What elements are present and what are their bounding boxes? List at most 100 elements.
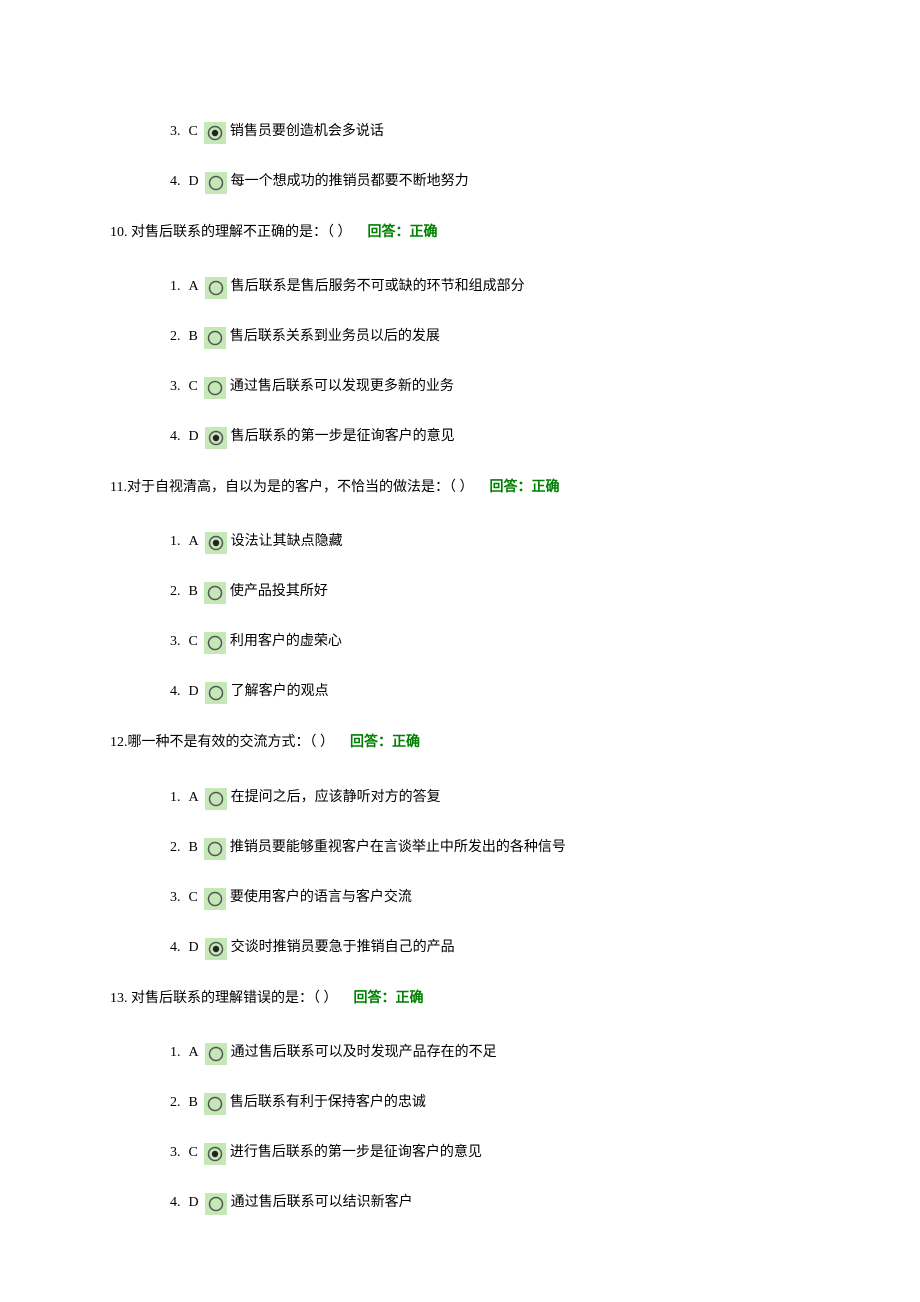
radio-unselected-icon[interactable] <box>205 170 231 194</box>
question-block: 11.对于自视清高，自以为是的客户，不恰当的做法是：（ ）回答：正确1.A设法让… <box>110 475 810 704</box>
option-number: 2. <box>170 1091 181 1115</box>
option-letter: C <box>189 1141 198 1165</box>
option-item: 1.A通过售后联系可以及时发现产品存在的不足 <box>170 1041 810 1065</box>
question-number: 10. <box>110 225 128 240</box>
option-text: 通过售后联系可以发现更多新的业务 <box>230 375 454 399</box>
option-number: 4. <box>170 936 181 960</box>
option-item: 4. D 每一个想成功的推销员都要不断地努力 <box>170 170 810 194</box>
option-letter: B <box>189 836 198 860</box>
option-letter: C <box>189 886 198 910</box>
option-number: 4. <box>170 1191 181 1215</box>
option-text: 销售员要创造机会多说话 <box>230 120 384 144</box>
option-text: 通过售后联系可以结识新客户 <box>231 1191 413 1215</box>
radio-unselected-icon[interactable] <box>204 580 230 604</box>
option-item: 3.C进行售后联系的第一步是征询客户的意见 <box>170 1141 810 1165</box>
option-item: 3. C 利用客户的虚荣心 <box>170 630 810 654</box>
radio-unselected-icon[interactable] <box>204 630 230 654</box>
option-letter: D <box>189 680 199 704</box>
radio-unselected-icon[interactable] <box>204 1091 230 1115</box>
radio-unselected-icon[interactable] <box>205 680 231 704</box>
question-header: 11.对于自视清高，自以为是的客户，不恰当的做法是：（ ）回答：正确 <box>110 475 810 500</box>
option-item: 4. D 通过售后联系可以结识新客户 <box>170 1191 810 1215</box>
radio-selected-icon[interactable] <box>205 530 231 554</box>
option-number: 2. <box>170 580 181 604</box>
options-list: 1.A售后联系是售后服务不可或缺的环节和组成部分2.B售后联系关系到业务员以后的… <box>110 275 810 449</box>
radio-selected-icon[interactable] <box>204 1141 230 1165</box>
option-letter: B <box>189 325 198 349</box>
option-item: 2. B 推销员要能够重视客户在言谈举止中所发出的各种信号 <box>170 836 810 860</box>
option-number: 3. <box>170 630 181 654</box>
option-number: 4. <box>170 680 181 704</box>
radio-unselected-icon[interactable] <box>204 836 230 860</box>
question-header: 10. 对售后联系的理解不正确的是：（ ）回答：正确 <box>110 220 810 245</box>
feedback-label: 回答：正确 <box>368 225 438 240</box>
radio-unselected-icon[interactable] <box>205 1191 231 1215</box>
option-item: 4.D交谈时推销员要急于推销自己的产品 <box>170 936 810 960</box>
radio-unselected-icon[interactable] <box>204 375 230 399</box>
option-item: 2.B使产品投其所好 <box>170 580 810 604</box>
feedback-label: 回答：正确 <box>350 735 420 750</box>
option-text: 每一个想成功的推销员都要不断地努力 <box>231 170 469 194</box>
radio-unselected-icon[interactable] <box>204 886 230 910</box>
option-letter: C <box>189 630 198 654</box>
question-block: 13. 对售后联系的理解错误的是：（ ）回答：正确1.A通过售后联系可以及时发现… <box>110 986 810 1215</box>
radio-unselected-icon[interactable] <box>205 1041 231 1065</box>
option-number: 4. <box>170 170 181 194</box>
options-list: 1.A通过售后联系可以及时发现产品存在的不足2.B售后联系有利于保持客户的忠诚3… <box>110 1041 810 1215</box>
option-text: 要使用客户的语言与客户交流 <box>230 886 412 910</box>
option-letter: D <box>189 170 199 194</box>
option-number: 3. <box>170 120 181 144</box>
option-letter: D <box>189 1191 199 1215</box>
option-text: 推销员要能够重视客户在言谈举止中所发出的各种信号 <box>230 836 566 860</box>
question-text: 哪一种不是有效的交流方式：（ ） <box>128 735 335 750</box>
question-block: 10. 对售后联系的理解不正确的是：（ ）回答：正确 1. A 售后联系是售后服务不可… <box>110 220 810 449</box>
question-header: 13. 对售后联系的理解错误的是：（ ） 回答：正确 <box>110 986 810 1011</box>
option-number: 2. <box>170 836 181 860</box>
option-item: 4. D 了解客户的观点 <box>170 680 810 704</box>
question-number: 13. <box>110 991 128 1006</box>
option-letter: A <box>189 530 199 554</box>
option-item: 1. A 在提问之后，应该静听对方的答复 <box>170 786 810 810</box>
option-text: 使产品投其所好 <box>230 580 328 604</box>
option-number: 1. <box>170 275 181 299</box>
option-number: 4. <box>170 425 181 449</box>
option-text: 利用客户的虚荣心 <box>230 630 342 654</box>
option-number: 1. <box>170 1041 181 1065</box>
option-letter: B <box>189 1091 198 1115</box>
option-item: 2.B售后联系关系到业务员以后的发展 <box>170 325 810 349</box>
radio-unselected-icon[interactable] <box>205 275 231 299</box>
option-text: 售后联系有利于保持客户的忠诚 <box>230 1091 426 1115</box>
radio-selected-icon[interactable] <box>205 425 231 449</box>
option-text: 了解客户的观点 <box>231 680 329 704</box>
option-number: 1. <box>170 530 181 554</box>
question-block: 12.哪一种不是有效的交流方式：（ ） 回答：正确 1. A 在提问之后，应该静听对方的… <box>110 730 810 959</box>
option-letter: C <box>189 120 198 144</box>
option-text: 售后联系是售后服务不可或缺的环节和组成部分 <box>231 275 525 299</box>
radio-selected-icon[interactable] <box>205 936 231 960</box>
option-text: 售后联系的第一步是征询客户的意见 <box>231 425 455 449</box>
option-item: 3.C通过售后联系可以发现更多新的业务 <box>170 375 810 399</box>
radio-unselected-icon[interactable] <box>204 325 230 349</box>
option-item: 4. D 售后联系的第一步是征询客户的意见 <box>170 425 810 449</box>
option-number: 3. <box>170 375 181 399</box>
option-text: 进行售后联系的第一步是征询客户的意见 <box>230 1141 482 1165</box>
question-header: 12.哪一种不是有效的交流方式：（ ） 回答：正确 <box>110 730 810 755</box>
radio-unselected-icon[interactable] <box>205 786 231 810</box>
option-letter: A <box>189 1041 199 1065</box>
option-letter: D <box>189 425 199 449</box>
option-letter: A <box>189 275 199 299</box>
feedback-label: 回答：正确 <box>354 991 424 1006</box>
option-item: 1.A设法让其缺点隐藏 <box>170 530 810 554</box>
option-item: 2. B 售后联系有利于保持客户的忠诚 <box>170 1091 810 1115</box>
question-number: 12. <box>110 735 128 750</box>
option-text: 售后联系关系到业务员以后的发展 <box>230 325 440 349</box>
option-number: 1. <box>170 786 181 810</box>
option-letter: D <box>189 936 199 960</box>
option-text: 在提问之后，应该静听对方的答复 <box>231 786 441 810</box>
question-text: 对于自视清高，自以为是的客户，不恰当的做法是：（ ） <box>127 480 474 495</box>
feedback-label: 回答：正确 <box>489 480 559 495</box>
radio-selected-icon[interactable] <box>204 120 230 144</box>
option-item: 3.C要使用客户的语言与客户交流 <box>170 886 810 910</box>
option-letter: A <box>189 786 199 810</box>
question-text: 对售后联系的理解错误的是：（ ） <box>128 991 338 1006</box>
